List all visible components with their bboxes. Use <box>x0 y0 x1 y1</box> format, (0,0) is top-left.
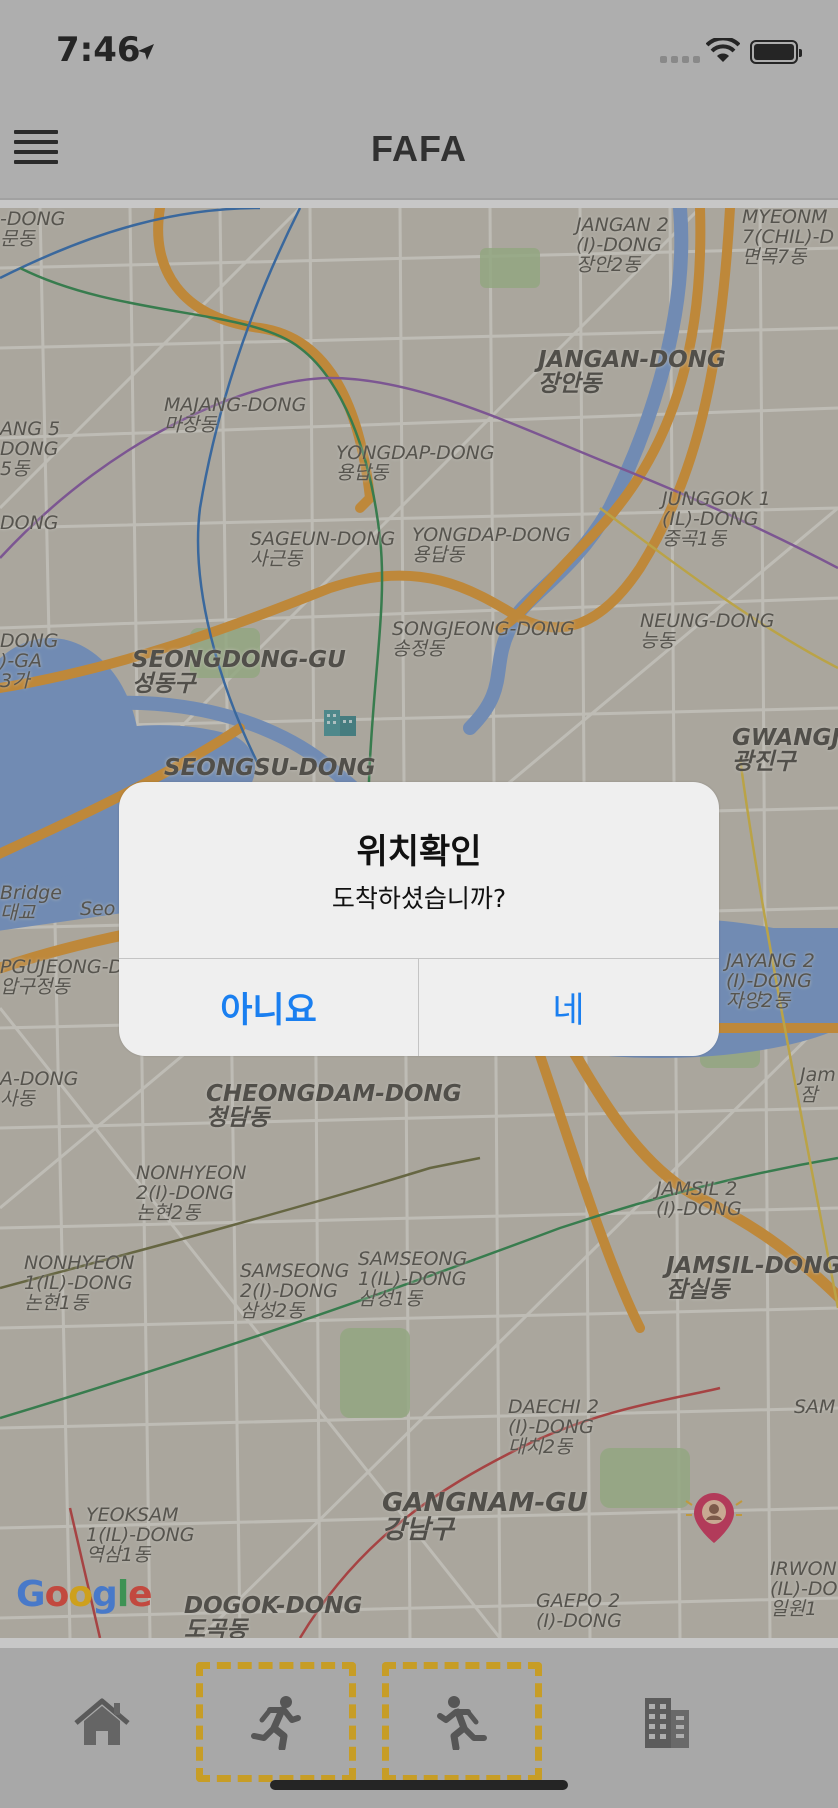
cancel-button[interactable]: 아니요 <box>119 959 418 1056</box>
confirm-button[interactable]: 네 <box>419 959 718 1056</box>
alert-dialog: 위치확인 도착하셨습니까? 아니요 네 <box>119 782 719 1056</box>
alert-message: 도착하셨습니까? <box>331 884 507 913</box>
alert-title: 위치확인 <box>356 832 482 872</box>
app-screen: JANGAN 2 (I)-DONG 장안2동 MYEONM 7(CHIL)-D 면목7동… <box>0 0 838 1808</box>
